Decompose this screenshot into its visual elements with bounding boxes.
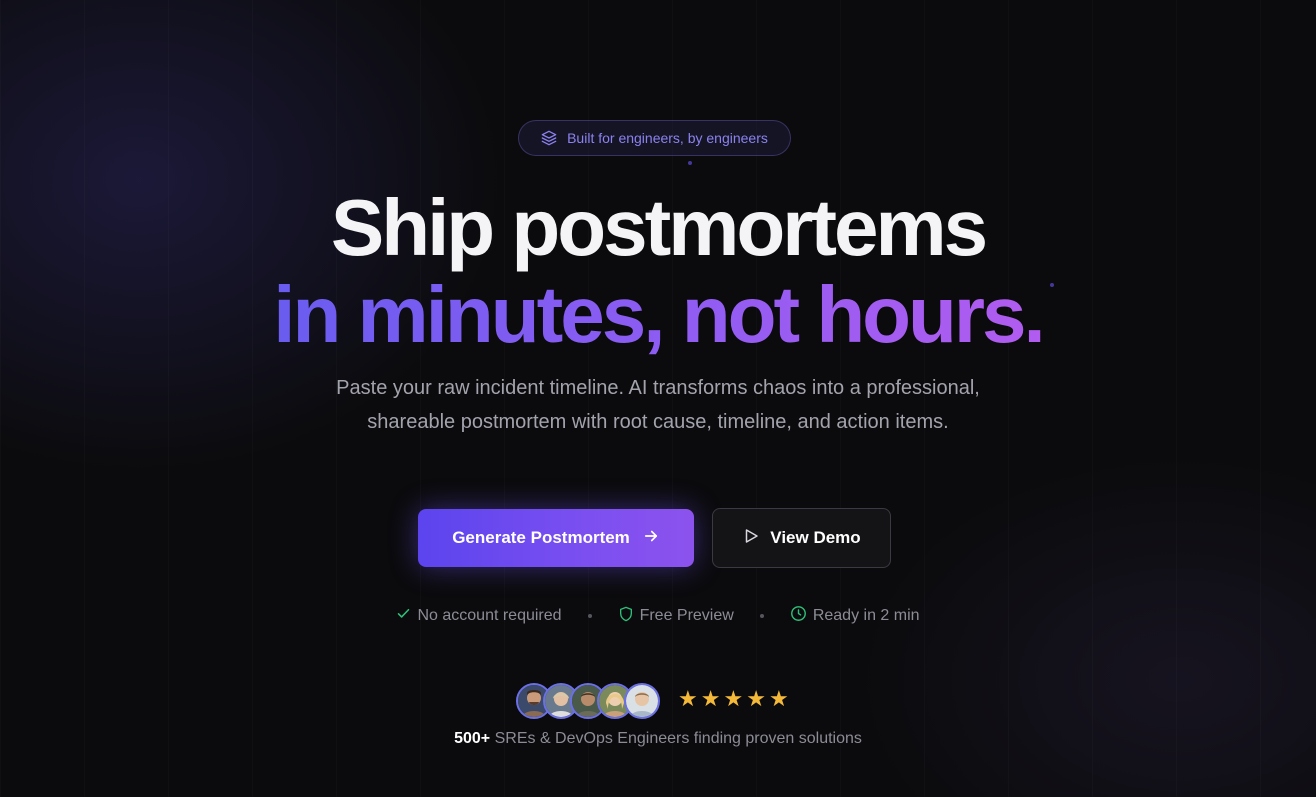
feature-no-account: No account required <box>396 606 562 626</box>
social-proof-text: 500+ SREs & DevOps Engineers finding pro… <box>0 730 1316 748</box>
feature-label: Ready in 2 min <box>812 607 920 624</box>
check-icon <box>396 606 411 626</box>
hero-subtitle: Paste your raw incident timeline. AI tra… <box>336 377 980 433</box>
headline-line-2: in minutes, not hours. <box>0 275 1316 355</box>
decorative-dot <box>688 161 692 165</box>
headline-line-1: Ship postmortems <box>330 183 988 272</box>
feature-free-preview: Free Preview <box>618 606 734 627</box>
landing-page: Built for engineers, by engineers Ship p… <box>0 0 1316 797</box>
layers-icon <box>541 130 557 146</box>
generate-postmortem-button[interactable]: Generate Postmortem <box>418 509 694 567</box>
clock-icon <box>790 605 807 627</box>
generate-postmortem-label: Generate Postmortem <box>452 528 630 547</box>
star-icon: ★ <box>678 687 698 712</box>
feature-ready-time: Ready in 2 min <box>790 605 920 627</box>
star-icon: ★ <box>723 687 744 712</box>
avatar <box>624 683 660 719</box>
separator-dot <box>759 614 764 618</box>
badge-label: Built for engineers, by engineers <box>567 130 768 146</box>
arrow-right-icon <box>642 527 660 550</box>
star-icon: ★ <box>700 687 721 712</box>
star-rating: ★ ★ ★ ★ ★ <box>678 687 789 713</box>
view-demo-label: View Demo <box>770 528 861 547</box>
headline-gradient-text: in minutes, not hours. <box>273 270 1046 359</box>
star-icon: ★ <box>768 687 789 712</box>
shield-icon <box>618 606 634 627</box>
play-icon <box>742 527 760 550</box>
user-count: 500+ <box>454 730 491 747</box>
social-proof-description: SREs & DevOps Engineers finding proven s… <box>494 730 862 747</box>
feature-list: No account required Free Preview Ready i… <box>0 604 1316 628</box>
avatar-group <box>516 683 660 719</box>
separator-dot <box>587 614 592 618</box>
hero-badge: Built for engineers, by engineers <box>518 120 791 156</box>
star-icon: ★ <box>746 687 766 712</box>
feature-label: Free Preview <box>639 607 734 624</box>
feature-label: No account required <box>417 607 562 624</box>
view-demo-button[interactable]: View Demo <box>712 508 891 568</box>
